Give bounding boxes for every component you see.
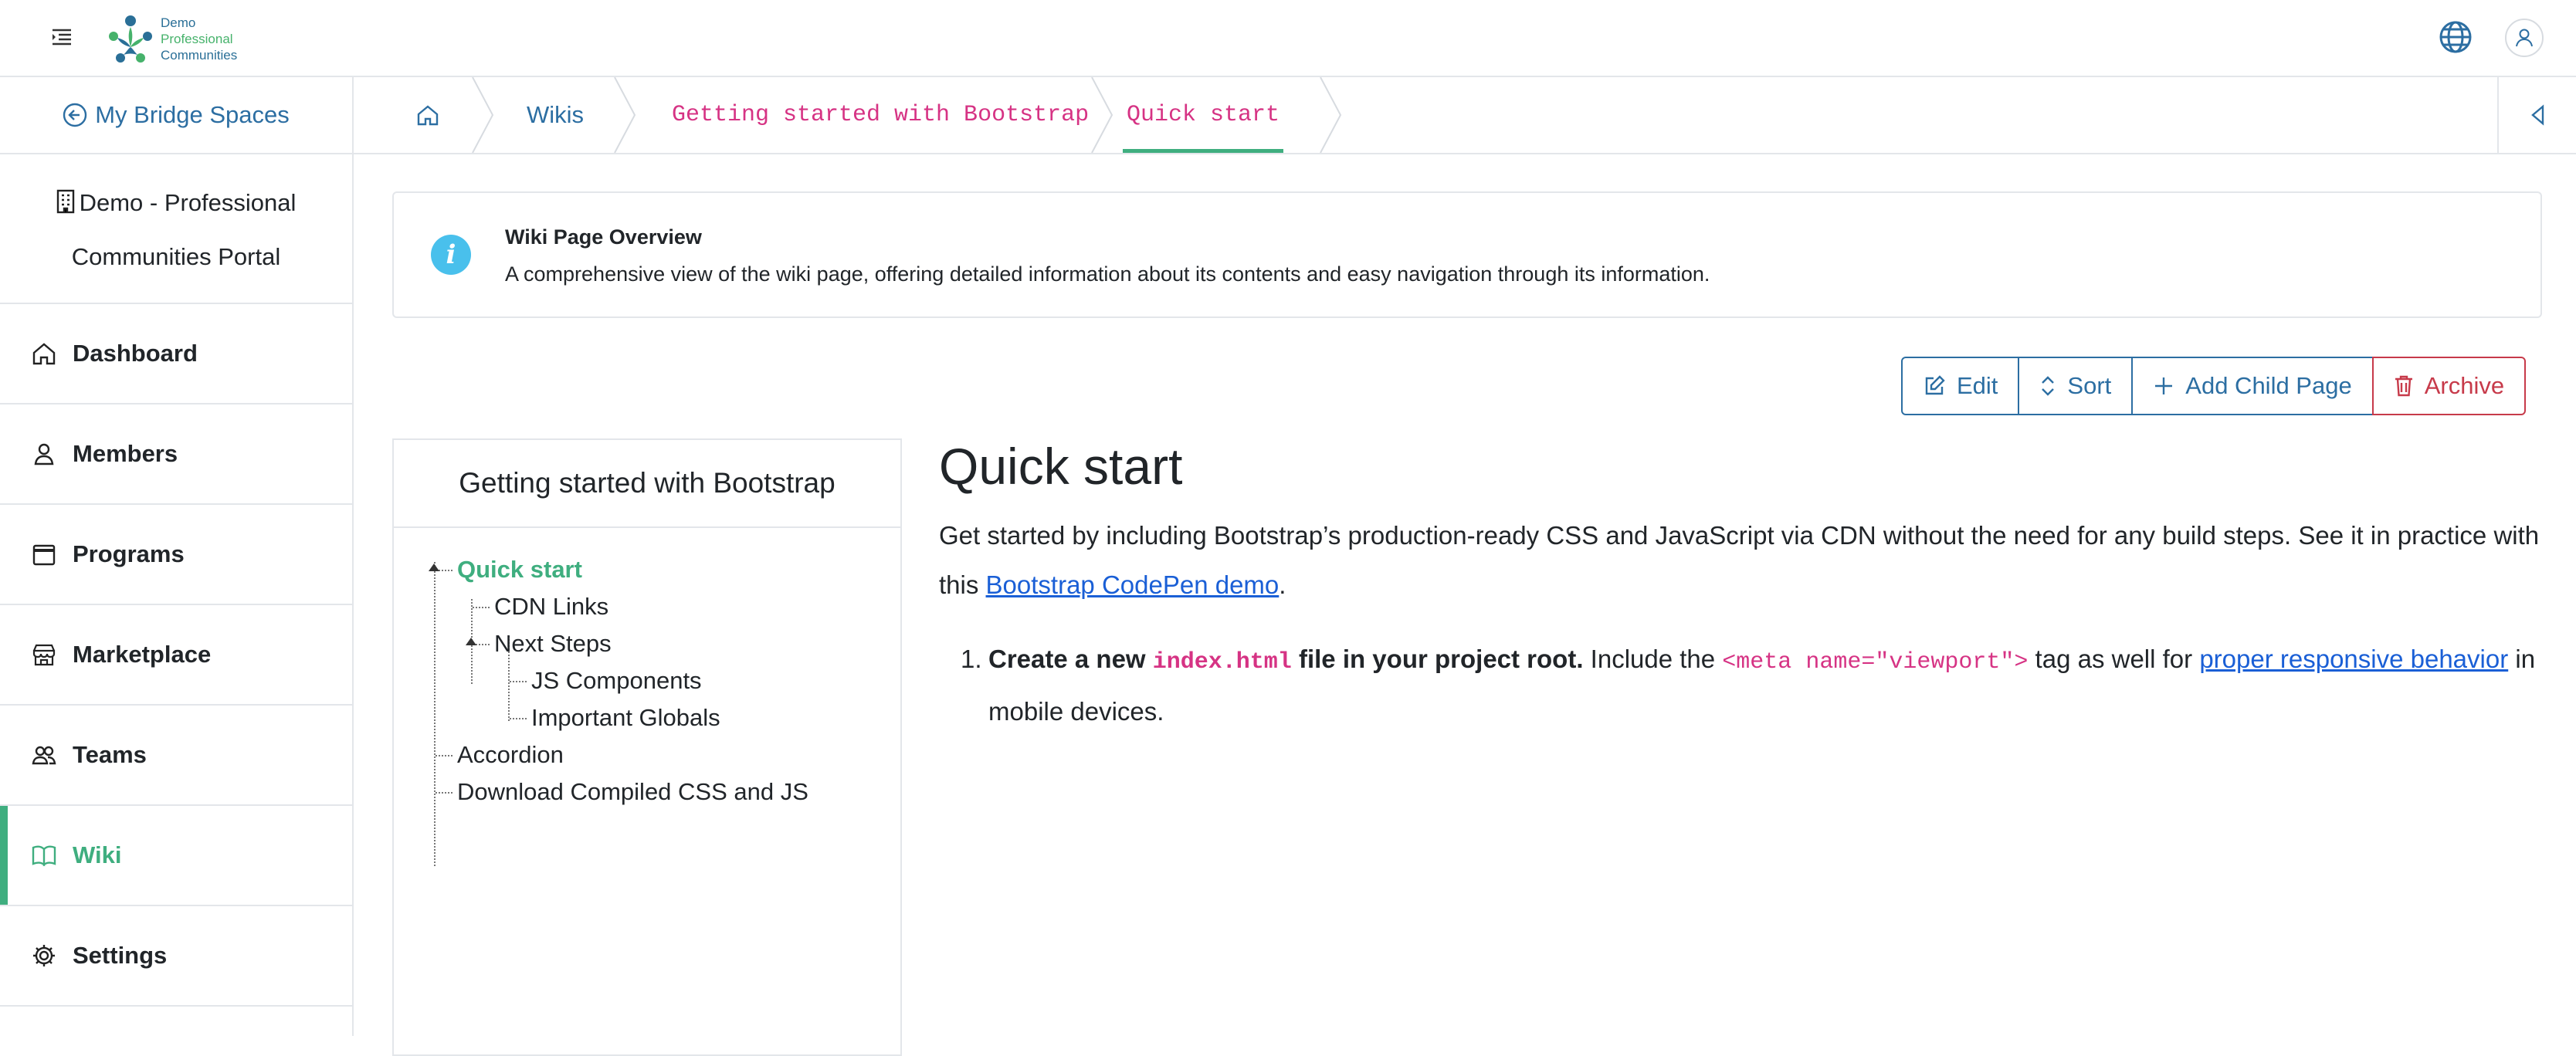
step-code-file: index.html [1152, 649, 1292, 675]
sidebar-item-dashboard[interactable]: Dashboard [0, 304, 352, 404]
tree-connector [436, 755, 452, 756]
codepen-demo-link[interactable]: Bootstrap CodePen demo [986, 570, 1280, 599]
org-name: Demo - Professional Communities Portal [0, 154, 352, 304]
add-child-page-button[interactable]: Add Child Page [2131, 357, 2374, 415]
tree-connector [436, 792, 452, 794]
tree-node-quick-start[interactable]: Quick start [457, 556, 582, 584]
step-bold-a: Create a new [988, 645, 1153, 673]
breadcrumb-page-parent[interactable]: Getting started with Bootstrap [672, 77, 1089, 153]
sidebar-item-label: Teams [73, 741, 147, 768]
page-title: Quick start [939, 438, 1183, 495]
tree-node-cdn-links[interactable]: CDN Links [494, 593, 608, 621]
tree-connector [510, 681, 527, 682]
logo-line-3: Communities [161, 47, 238, 63]
expand-triangle-icon[interactable] [429, 564, 439, 571]
intro-end: . [1279, 570, 1286, 599]
sidebar-item-label: Programs [73, 540, 185, 567]
sidebar: My Bridge Spaces Demo - Professional Com… [0, 77, 354, 1036]
wiki-tree: Quick start CDN Links Next Steps JS Comp… [394, 528, 900, 866]
building-icon [56, 181, 75, 232]
breadcrumb-separator [1091, 77, 1113, 153]
tree-node-download[interactable]: Download Compiled CSS and JS [457, 778, 808, 806]
step-text-b: tag as well for [2028, 645, 2200, 673]
tree-guide-line [434, 562, 436, 866]
trash-icon [2395, 375, 2412, 397]
org-line-2: Communities Portal [71, 243, 281, 270]
step-text-a: Include the [1583, 645, 1723, 673]
tree-connector [473, 607, 490, 608]
chevron-expand-icon [2042, 376, 2055, 396]
plus-icon [2155, 377, 2173, 394]
top-bar: Demo Professional Communities [0, 0, 2576, 77]
breadcrumb-home[interactable] [415, 77, 440, 153]
gear-icon [33, 945, 55, 966]
step-code-meta: <meta name="viewport"> [1722, 649, 2029, 675]
add-child-label: Add Child Page [2185, 372, 2352, 399]
tree-node-accordion[interactable]: Accordion [457, 741, 564, 769]
sidebar-item-settings[interactable]: Settings [0, 906, 352, 1007]
sidebar-item-teams[interactable]: Teams [0, 706, 352, 806]
home-icon [32, 343, 56, 365]
wiki-tree-title: Getting started with Bootstrap [394, 440, 900, 528]
sidebar-item-marketplace[interactable]: Marketplace [0, 605, 352, 706]
tree-node-important-globals[interactable]: Important Globals [531, 704, 720, 732]
sidebar-item-label: Wiki [73, 841, 122, 868]
intro-paragraph: Get started by including Bootstrap’s pro… [939, 511, 2548, 610]
wiki-tree-panel: Getting started with Bootstrap Quick sta… [392, 438, 902, 1056]
archive-button[interactable]: Archive [2371, 357, 2527, 415]
logo-line-1: Demo [161, 15, 196, 30]
sidebar-item-members[interactable]: Members [0, 404, 352, 505]
sidebar-item-label: Settings [73, 942, 168, 969]
breadcrumb: Wikis Getting started with Bootstrap Qui… [354, 77, 2576, 154]
collapse-panel-button[interactable] [2497, 77, 2576, 153]
org-line-1: Demo - Professional [79, 189, 297, 216]
sidebar-item-wiki[interactable]: Wiki [0, 806, 352, 906]
breadcrumb-separator [1320, 77, 1342, 153]
archive-label: Archive [2424, 372, 2505, 399]
back-label: My Bridge Spaces [95, 101, 290, 128]
logo-text: Demo Professional Communities [161, 15, 237, 63]
step-bold-b: file in your project root. [1291, 645, 1584, 673]
person-icon [34, 443, 54, 465]
logo-mark-icon [109, 15, 152, 63]
calendar-icon [32, 544, 56, 566]
logo-line-2: Professional [161, 31, 233, 46]
home-icon [417, 105, 439, 126]
back-to-spaces-link[interactable]: My Bridge Spaces [0, 77, 352, 154]
edit-label: Edit [1957, 372, 1998, 399]
page-actions: Edit Sort Add Child Page Archive [1901, 357, 2527, 415]
tree-node-js-components[interactable]: JS Components [531, 667, 702, 695]
tree-node-next-steps[interactable]: Next Steps [494, 630, 612, 658]
people-icon [32, 746, 56, 765]
tree-connector [510, 718, 527, 719]
sidebar-item-programs[interactable]: Programs [0, 505, 352, 605]
user-avatar-icon[interactable] [2505, 19, 2544, 57]
expand-triangle-icon[interactable] [466, 638, 476, 645]
alert-text: A comprehensive view of the wiki page, o… [505, 262, 1710, 286]
sort-label: Sort [2067, 372, 2112, 399]
globe-icon[interactable] [2437, 19, 2474, 56]
book-icon [32, 845, 56, 867]
sidebar-item-label: Dashboard [73, 340, 198, 367]
info-alert: i Wiki Page Overview A comprehensive vie… [392, 191, 2542, 318]
caret-left-icon [2531, 104, 2544, 126]
edit-button[interactable]: Edit [1901, 357, 2020, 415]
list-item: 1. Create a new index.html file in your … [961, 635, 2548, 736]
shop-icon [32, 644, 56, 666]
menu-toggle-icon[interactable] [48, 23, 76, 51]
breadcrumb-separator [614, 77, 636, 153]
breadcrumb-separator [472, 77, 494, 153]
sidebar-item-label: Members [73, 440, 178, 467]
info-icon: i [431, 235, 471, 275]
sidebar-item-label: Marketplace [73, 641, 212, 668]
sort-button[interactable]: Sort [2018, 357, 2134, 415]
list-number: 1. [961, 645, 982, 673]
breadcrumb-wikis[interactable]: Wikis [527, 77, 584, 153]
arrow-left-circle-icon [63, 103, 87, 127]
responsive-behavior-link[interactable]: proper responsive behavior [2199, 645, 2508, 673]
brand-logo[interactable]: Demo Professional Communities [107, 9, 237, 68]
alert-title: Wiki Page Overview [505, 225, 702, 249]
pencil-square-icon [1925, 375, 1945, 395]
breadcrumb-current: Quick start [1123, 77, 1283, 153]
